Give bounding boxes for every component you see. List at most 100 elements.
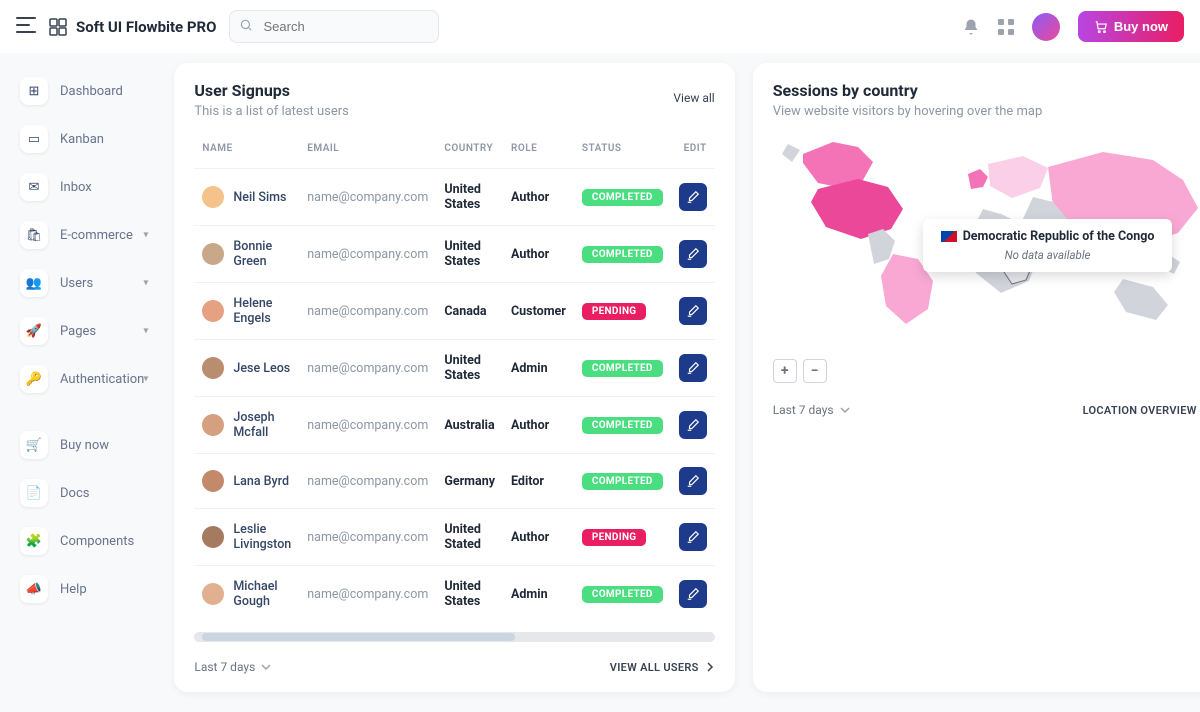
user-role: Author <box>503 169 574 226</box>
chevron-down-icon: ▾ <box>143 278 148 289</box>
user-country: United States <box>436 340 503 397</box>
dashboard-icon: ⊞ <box>20 77 48 105</box>
signups-table: NAME EMAIL COUNTRY ROLE STATUS EDIT Neil… <box>194 129 714 622</box>
sidebar-item-dashboard[interactable]: ⊞Dashboard <box>10 67 154 115</box>
zoom-out-button[interactable]: − <box>803 359 827 383</box>
world-map[interactable]: Democratic Republic of the Congo No data… <box>773 129 1200 353</box>
sidebar-item-label: Help <box>60 582 87 597</box>
sidebar-item-label: Inbox <box>60 180 92 195</box>
sidebar-item-label: Kanban <box>60 132 104 147</box>
user-role: Admin <box>503 340 574 397</box>
docs-icon: 📄 <box>20 479 48 507</box>
table-row: Michael Goughname@company.comUnited Stat… <box>194 566 714 623</box>
edit-button[interactable] <box>679 240 707 268</box>
sidebar-item-components[interactable]: 🧩Components <box>10 517 154 565</box>
sidebar-item-docs[interactable]: 📄 Docs <box>10 469 154 517</box>
sidebar-item-label: Docs <box>60 486 89 501</box>
edit-button[interactable] <box>679 580 707 608</box>
chevron-right-icon <box>705 662 715 672</box>
edit-button[interactable] <box>679 411 707 439</box>
sidebar-item-users[interactable]: 👥Users▾ <box>10 259 154 307</box>
col-role: ROLE <box>503 129 574 169</box>
date-range-selector[interactable]: Last 7 days <box>194 660 271 674</box>
status-badge: COMPLETED <box>582 417 663 434</box>
sidebar-nav: ⊞Dashboard ▭ Kanban ✉Inbox🛍E-commerce▾👥User… <box>0 53 164 712</box>
edit-button[interactable] <box>679 297 707 325</box>
table-row: Bonnie Green name@company.comUnited State… <box>194 226 714 283</box>
user-name: Michael Gough <box>233 579 291 609</box>
horizontal-scrollbar[interactable] <box>194 632 714 642</box>
table-row: Joseph Mcfallname@company.comAustraliaAu… <box>194 397 714 454</box>
status-badge: PENDING <box>582 529 647 546</box>
signups-title: User Signups <box>194 81 349 100</box>
components-icon: 🧩 <box>20 527 48 555</box>
sidebar-item-help[interactable]: 📣Help <box>10 565 154 613</box>
sidebar-item-kanban[interactable]: ▭ Kanban <box>10 115 154 163</box>
user-country: United States <box>436 226 503 283</box>
sidebar-item-e-commerce[interactable]: 🛍E-commerce▾ <box>10 211 154 259</box>
user-role: Author <box>503 397 574 454</box>
cart-icon <box>1094 20 1108 34</box>
sidebar-item-label: Pages <box>60 324 96 339</box>
sidebar-item-buy-now[interactable]: 🛒Buy now <box>10 421 154 469</box>
users-icon: 👥 <box>20 269 48 297</box>
map-title: Sessions by country <box>773 81 1200 100</box>
view-all-users-link[interactable]: VIEW ALL USERS <box>610 661 715 674</box>
status-badge: COMPLETED <box>582 360 663 377</box>
edit-button[interactable] <box>679 183 707 211</box>
chevron-down-icon <box>840 405 850 415</box>
table-row: Leslie Livingstonname@company.comUnited … <box>194 509 714 566</box>
edit-button[interactable] <box>679 354 707 382</box>
status-badge: COMPLETED <box>582 246 663 263</box>
user-email: name@company.com <box>299 509 436 566</box>
user-name: Leslie Livingston <box>233 522 291 552</box>
user-email: name@company.com <box>299 566 436 623</box>
user-email: name@company.com <box>299 340 436 397</box>
location-overview-link[interactable]: LOCATION OVERVIEW <box>1083 404 1200 417</box>
user-role: Author <box>503 226 574 283</box>
notifications-icon[interactable] <box>962 18 980 36</box>
map-tooltip: Democratic Republic of the Congo No data… <box>923 219 1173 272</box>
user-country: Germany <box>436 454 503 509</box>
user-role: Admin <box>503 566 574 623</box>
sidebar-item-pages[interactable]: 🚀Pages▾ <box>10 307 154 355</box>
logo-icon <box>48 17 68 37</box>
menu-toggle-icon[interactable] <box>16 17 36 37</box>
edit-button[interactable] <box>679 523 707 551</box>
zoom-in-button[interactable]: + <box>773 359 797 383</box>
brand-logo[interactable]: Soft UI Flowbite PRO <box>48 17 217 37</box>
buy-now-icon: 🛒 <box>20 431 48 459</box>
status-badge: COMPLETED <box>582 189 663 206</box>
avatar <box>202 300 224 322</box>
user-name: Jese Leos <box>233 361 290 376</box>
avatar <box>202 470 224 492</box>
col-email: EMAIL <box>299 129 436 169</box>
avatar <box>202 414 224 436</box>
e-commerce-icon: 🛍 <box>20 221 48 249</box>
user-email: name@company.com <box>299 397 436 454</box>
user-email: name@company.com <box>299 226 436 283</box>
sidebar-item-inbox[interactable]: ✉Inbox <box>10 163 154 211</box>
buy-now-button[interactable]: Buy now <box>1078 11 1184 42</box>
col-name: NAME <box>194 129 299 169</box>
user-name: Bonnie Green <box>233 239 291 269</box>
user-role: Author <box>503 509 574 566</box>
chevron-down-icon: ▾ <box>143 326 148 337</box>
chevron-down-icon <box>261 662 271 672</box>
avatar <box>202 357 224 379</box>
table-row: Helene Engelsname@company.comCanadaCusto… <box>194 283 714 340</box>
user-country: Canada <box>436 283 503 340</box>
map-date-range-selector[interactable]: Last 7 days <box>773 403 850 417</box>
avatar <box>202 526 224 548</box>
kanban-icon: ▭ <box>20 125 48 153</box>
map-subtitle: View website visitors by hovering over t… <box>773 104 1200 119</box>
sidebar-item-authentication[interactable]: 🔑Authentication▾ <box>10 355 154 403</box>
user-name: Neil Sims <box>233 190 286 205</box>
search-input[interactable] <box>229 10 439 43</box>
apps-icon[interactable] <box>998 19 1014 35</box>
user-avatar[interactable] <box>1032 13 1060 41</box>
edit-button[interactable] <box>679 467 707 495</box>
view-all-link[interactable]: View all <box>673 91 714 105</box>
status-badge: COMPLETED <box>582 586 663 603</box>
user-signups-card: User Signups This is a list of latest us… <box>174 63 734 692</box>
